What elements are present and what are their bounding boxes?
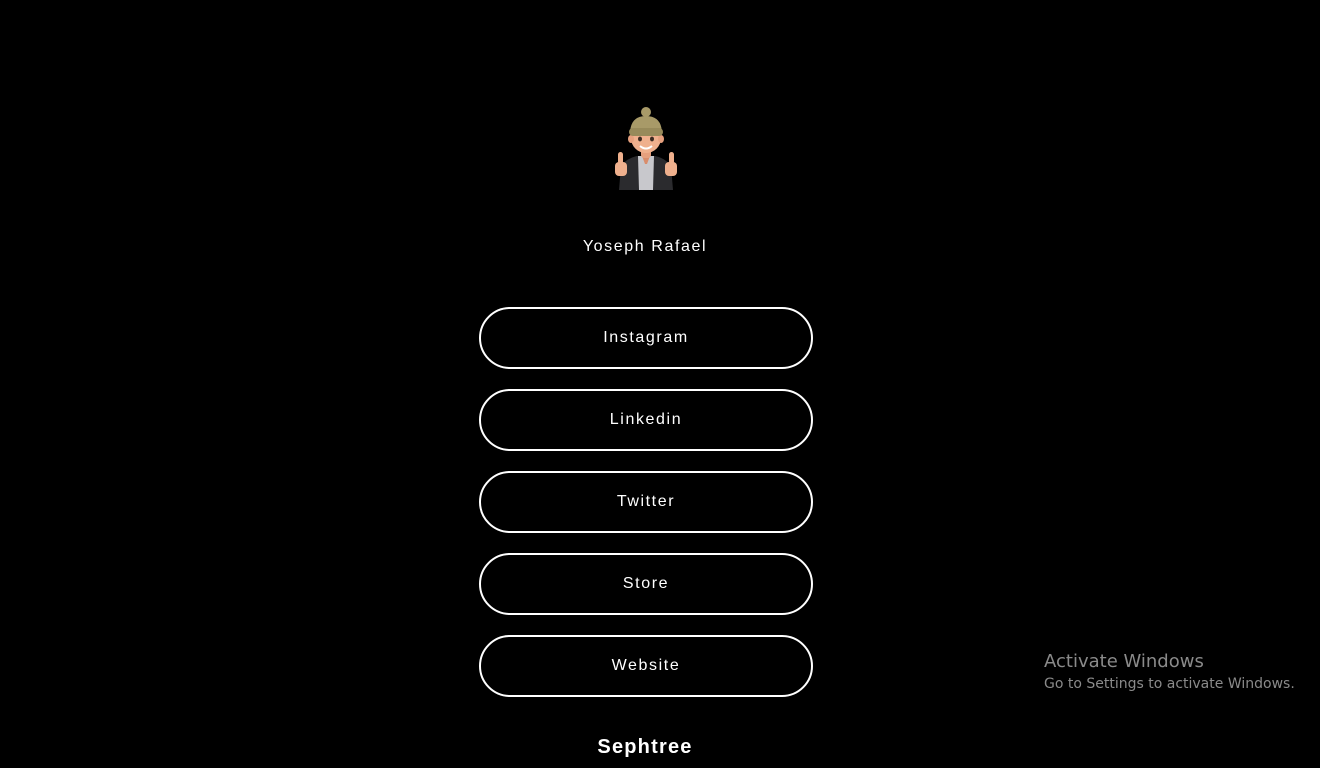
windows-activation-watermark: Activate Windows Go to Settings to activ…: [1044, 650, 1295, 694]
website-link-button[interactable]: Website: [479, 635, 813, 697]
watermark-subtitle: Go to Settings to activate Windows.: [1044, 676, 1295, 692]
memoji-avatar-icon: [615, 107, 677, 190]
link-list: Instagram Linkedin Twitter Store Website: [479, 307, 813, 717]
avatar: [609, 104, 683, 190]
profile-name: Yoseph Rafael: [582, 238, 708, 255]
link-label: Twitter: [616, 493, 676, 510]
watermark-title: Activate Windows: [1044, 651, 1204, 672]
instagram-link-button[interactable]: Instagram: [479, 307, 813, 369]
linkedin-link-button[interactable]: Linkedin: [479, 389, 813, 451]
link-label: Website: [611, 657, 681, 674]
store-link-button[interactable]: Store: [479, 553, 813, 615]
twitter-link-button[interactable]: Twitter: [479, 471, 813, 533]
link-label: Store: [622, 575, 670, 592]
link-label: Linkedin: [609, 411, 683, 428]
link-label: Instagram: [603, 329, 689, 346]
footer-brand: Sephtree: [597, 736, 693, 758]
